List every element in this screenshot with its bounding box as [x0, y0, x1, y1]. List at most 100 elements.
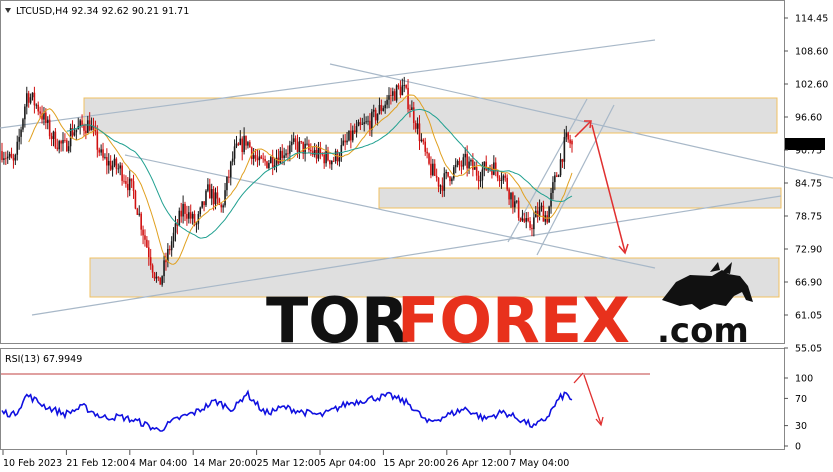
candle-body [83, 125, 85, 131]
candle-body [552, 182, 554, 193]
candle-body [571, 140, 573, 145]
candle-body [195, 223, 198, 225]
candle-body [416, 123, 419, 129]
candle-body [435, 175, 438, 178]
candle-body [45, 112, 47, 123]
candle-body [249, 142, 251, 148]
candle-body [18, 136, 20, 142]
candle-body [269, 157, 272, 164]
candle-body [85, 130, 87, 133]
candle-body [407, 87, 409, 110]
candle-body [184, 203, 186, 214]
candle-body [567, 132, 569, 140]
candle-body [363, 122, 366, 124]
candle-body [224, 190, 226, 206]
candle-body [344, 140, 346, 143]
candle-body [147, 247, 150, 258]
candle-body [554, 175, 556, 183]
candle-body [281, 150, 284, 158]
candle-body [64, 139, 66, 141]
candle-body [523, 218, 526, 222]
candle-body [481, 169, 484, 181]
candle-body [146, 239, 148, 248]
candle-body [231, 158, 234, 162]
candle-body [109, 160, 112, 170]
candle-body [5, 158, 7, 160]
candle-body [565, 132, 568, 138]
rsi-info: RSI(13) 67.9949 [5, 354, 82, 365]
candle-body [466, 153, 468, 169]
candle-body [289, 145, 291, 154]
candle-body [414, 123, 417, 129]
candle-body [432, 163, 434, 176]
candle-body [353, 130, 356, 133]
candle-body [144, 235, 146, 240]
candle-body [310, 149, 312, 152]
time-tick-label: 5 Apr 04:00 [320, 458, 376, 469]
candle-body [542, 205, 545, 222]
candle-body [285, 153, 287, 156]
candle-body [46, 119, 49, 123]
candle-body [100, 149, 102, 153]
candle-body [226, 176, 228, 191]
candle-body [266, 161, 268, 169]
candle-body [237, 143, 240, 145]
candle-body [531, 227, 533, 230]
candle-body [397, 85, 400, 88]
candle-body [67, 146, 70, 152]
candle-body [346, 140, 348, 143]
candle-body [111, 165, 114, 170]
candle-body [228, 176, 230, 178]
candle-body [527, 218, 529, 222]
candle-body [426, 151, 428, 154]
candle-body [449, 176, 451, 182]
candle-body [555, 175, 558, 177]
candle-body [260, 156, 263, 159]
candle-body [342, 140, 345, 146]
candle-body [205, 190, 207, 206]
candle-body [39, 111, 41, 114]
candle-body [54, 131, 57, 148]
price-tick-label: 84.75 [795, 179, 822, 190]
candle-body [443, 173, 446, 191]
candle-body [378, 104, 381, 114]
candle-body [132, 181, 135, 191]
candle-body [283, 155, 285, 158]
candle-body [207, 184, 209, 191]
time-tick-label: 7 May 04:00 [510, 458, 569, 469]
candle-body [279, 150, 282, 164]
candle-body [121, 165, 123, 181]
candle-body [496, 170, 499, 178]
candle-body [525, 218, 528, 222]
candle-body [48, 119, 51, 137]
candle-body [153, 272, 156, 279]
candle-body [86, 120, 89, 133]
price-tick-label: 78.75 [795, 212, 822, 223]
candle-body [16, 141, 19, 155]
candle-body [24, 106, 26, 120]
candle-body [372, 109, 375, 112]
candle-body [361, 123, 364, 125]
candle-body [401, 85, 404, 96]
candle-body [441, 185, 444, 191]
candle-body [515, 200, 518, 202]
candle-body [447, 171, 449, 177]
candle-body [3, 158, 5, 160]
candle-body [472, 159, 474, 170]
candle-body [512, 192, 514, 208]
candle-body [483, 161, 486, 170]
candle-body [294, 138, 297, 143]
candle-body [151, 265, 154, 273]
candle-body [119, 165, 121, 169]
candle-body [113, 158, 116, 166]
candle-body [329, 160, 331, 165]
candle-body [348, 130, 350, 141]
candle-body [393, 91, 396, 101]
candle-body [14, 154, 17, 161]
candle-body [81, 120, 83, 126]
candle-body [180, 210, 182, 217]
time-tick-label: 4 Mar 04:00 [130, 458, 187, 469]
candle-body [384, 104, 386, 109]
candle-body [10, 153, 13, 158]
candle-body [56, 147, 59, 150]
